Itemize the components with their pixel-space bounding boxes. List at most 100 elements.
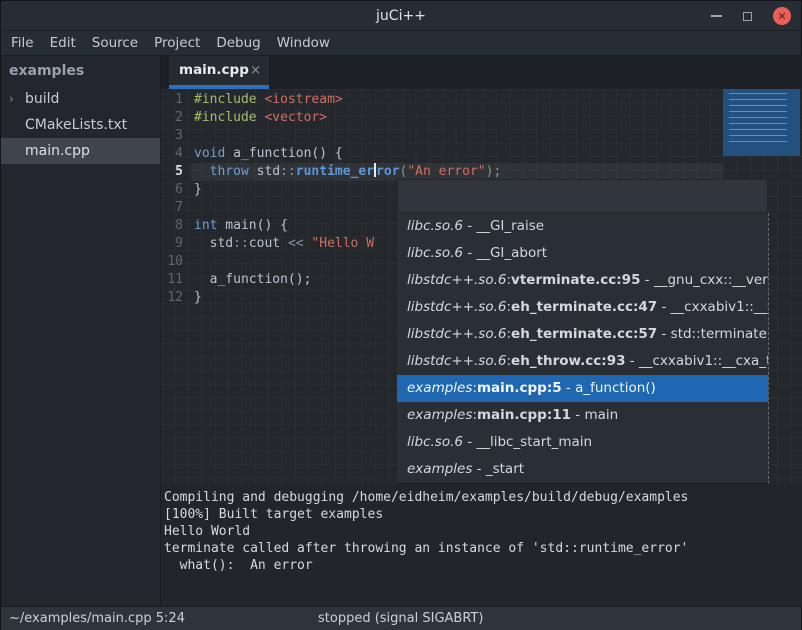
frame-library: libstdc++.so.6 (407, 272, 506, 288)
terminal-line: what(): An error (164, 557, 802, 574)
minimize-icon[interactable] (711, 15, 722, 17)
frame-symbol: __cxxabiv1::__tern (671, 299, 768, 315)
code-line[interactable]: 1#include <iostream> (161, 91, 802, 109)
file-tree-sidebar: examples › build CMakeLists.txt main.cpp (1, 56, 161, 606)
tabbar: main.cpp × (161, 56, 802, 89)
status-debug-state: stopped (signal SIGABRT) (318, 607, 483, 630)
debug-tooltip (397, 179, 768, 213)
main-area: main.cpp × 1#include <iostream>2#include… (161, 56, 802, 606)
status-file-location: ~/examples/main.cpp 5:24 (9, 607, 185, 630)
menubar: File Edit Source Project Debug Window (1, 31, 801, 56)
file-name-label: build (25, 91, 59, 107)
terminal-line: terminate called after throwing an insta… (164, 540, 802, 557)
frame-location: main.cpp:11 (477, 407, 571, 423)
frame-symbol: __GI_abort (476, 245, 547, 261)
line-number: 12 (161, 289, 191, 307)
line-number: 10 (161, 253, 191, 271)
code-text: throw std::runtime_error("An error"); (191, 164, 501, 179)
backtrace-popup: libc.so.6 - __GI_raiselibc.so.6 - __GI_a… (397, 213, 769, 484)
sidebar-item-main-cpp[interactable]: main.cpp (1, 138, 160, 164)
menu-item-file[interactable]: File (11, 35, 34, 51)
frame-location: vterminate.cc:95 (511, 272, 640, 288)
menu-item-window[interactable]: Window (277, 35, 330, 51)
sidebar-item-cmakelists-txt[interactable]: CMakeLists.txt (1, 112, 160, 138)
terminal-line: Compiling and debugging /home/eidheim/ex… (164, 489, 802, 506)
backtrace-item[interactable]: libstdc++.so.6:vterminate.cc:95 - __gnu_… (397, 267, 768, 294)
frame-library: examples (407, 407, 472, 423)
backtrace-item[interactable]: libstdc++.so.6:eh_terminate.cc:47 - __cx… (397, 294, 768, 321)
file-name-label: CMakeLists.txt (25, 117, 127, 133)
frame-library: libstdc++.so.6 (407, 353, 506, 369)
frame-library: libc.so.6 (407, 245, 463, 261)
backtrace-item[interactable]: libc.so.6 - __libc_start_main (397, 429, 768, 456)
code-text: void a_function() { (191, 146, 343, 161)
code-text: } (191, 290, 202, 305)
titlebar: juCi++ ✕ (1, 1, 801, 31)
frame-library: libc.so.6 (407, 434, 463, 450)
line-number: 3 (161, 127, 191, 145)
terminal-output[interactable]: Compiling and debugging /home/eidheim/ex… (161, 485, 802, 606)
frame-symbol: __cxxabiv1::__cxa_thro (639, 353, 768, 369)
frame-symbol: __libc_start_main (476, 434, 592, 450)
frame-location: eh_terminate.cc:47 (511, 299, 657, 315)
frame-library: libc.so.6 (407, 218, 463, 234)
code-text (191, 254, 194, 269)
line-number: 4 (161, 145, 191, 163)
sidebar-item-build[interactable]: › build (1, 86, 160, 112)
backtrace-item[interactable]: examples:main.cpp:5 - a_function() (397, 375, 768, 402)
menu-item-source[interactable]: Source (92, 35, 138, 51)
code-text (191, 128, 194, 143)
code-text: a_function(); (191, 272, 311, 287)
backtrace-item[interactable]: libc.so.6 - __GI_raise (397, 213, 768, 240)
frame-symbol: __gnu_cxx::__verbos (654, 272, 768, 288)
line-number: 7 (161, 199, 191, 217)
code-line[interactable]: 3 (161, 127, 802, 145)
frame-location: eh_terminate.cc:57 (511, 326, 657, 342)
code-editor[interactable]: 1#include <iostream>2#include <vector>34… (161, 89, 802, 485)
frame-symbol: _start (486, 461, 524, 477)
line-number: 1 (161, 91, 191, 109)
restore-icon[interactable] (743, 12, 752, 21)
close-icon[interactable]: ✕ (773, 7, 791, 25)
backtrace-item[interactable]: libc.so.6 - __GI_abort (397, 240, 768, 267)
backtrace-item[interactable]: examples - _start (397, 456, 768, 483)
backtrace-item[interactable]: libstdc++.so.6:eh_terminate.cc:57 - std:… (397, 321, 768, 348)
file-name-label: main.cpp (25, 143, 90, 159)
frame-symbol: std::terminate() (671, 326, 768, 342)
frame-location: eh_throw.cc:93 (511, 353, 625, 369)
code-text: #include <vector> (191, 110, 327, 125)
backtrace-item[interactable]: examples:main.cpp:11 - main (397, 402, 768, 429)
frame-symbol: main (584, 407, 618, 423)
code-text: std::cout << "Hello W (191, 236, 374, 251)
code-text: } (191, 182, 202, 197)
window-title: juCi++ (1, 1, 801, 31)
tab-label: main.cpp (179, 56, 249, 85)
frame-library: examples (407, 380, 472, 396)
menu-item-debug[interactable]: Debug (216, 35, 260, 51)
code-line[interactable]: 4void a_function() { (161, 145, 802, 163)
frame-library: libstdc++.so.6 (407, 326, 506, 342)
menu-item-edit[interactable]: Edit (50, 35, 76, 51)
code-text: int main() { (191, 218, 288, 233)
tab-main-cpp[interactable]: main.cpp × (169, 56, 269, 89)
terminal-line: [100%] Built target examples (164, 506, 802, 523)
frame-library: libstdc++.so.6 (407, 299, 506, 315)
line-number: 5 (161, 163, 191, 181)
project-name-header: examples (1, 56, 160, 86)
line-number: 11 (161, 271, 191, 289)
window-controls: ✕ (711, 1, 791, 31)
code-line[interactable]: 2#include <vector> (161, 109, 802, 127)
source-overview-map[interactable] (723, 89, 800, 156)
backtrace-item[interactable]: libstdc++.so.6:eh_throw.cc:93 - __cxxabi… (397, 348, 768, 375)
menu-item-project[interactable]: Project (154, 35, 200, 51)
statusbar: ~/examples/main.cpp 5:24 stopped (signal… (1, 606, 801, 630)
frame-location: main.cpp:5 (477, 380, 562, 396)
chevron-right-icon[interactable]: › (9, 92, 21, 106)
code-text (191, 200, 194, 215)
frame-symbol: a_function() (575, 380, 656, 396)
frame-symbol: __GI_raise (476, 218, 544, 234)
terminal-line: Hello World (164, 523, 802, 540)
tab-close-icon[interactable]: × (250, 56, 261, 85)
app-window: juCi++ ✕ File Edit Source Project Debug Windo… (0, 0, 802, 630)
code-text: #include <iostream> (191, 92, 343, 107)
